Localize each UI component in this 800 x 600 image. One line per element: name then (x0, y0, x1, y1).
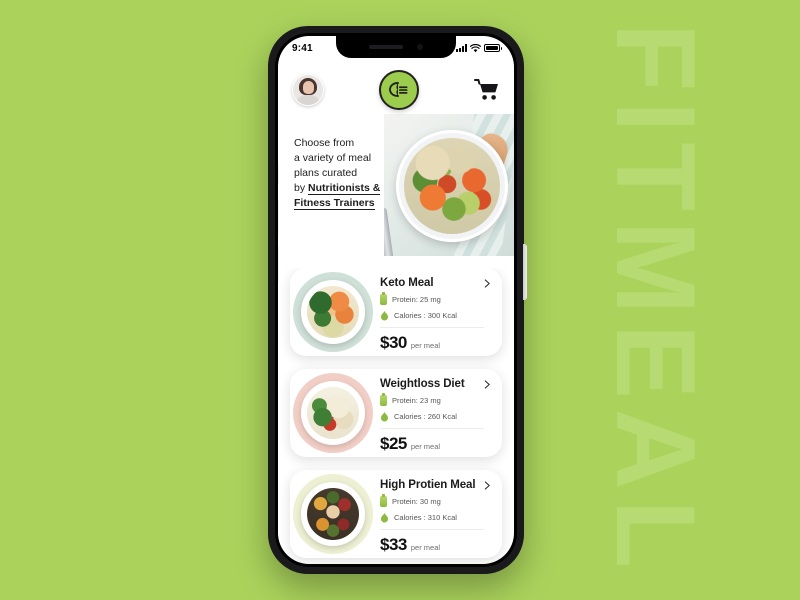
protein-value: Protein: 25 mg (392, 295, 441, 304)
calories-row: Calories : 310 Kcal (380, 512, 492, 523)
hero-line-2: a variety of meal (294, 152, 372, 164)
calories-flame-icon (381, 512, 388, 523)
meal-price: $30 (380, 333, 407, 352)
meal-card[interactable]: High Protien Meal Protein: 30 mg Calorie… (290, 470, 502, 558)
meal-title-row: Keto Meal (380, 277, 492, 289)
meal-title-row: Weightloss Diet (380, 378, 492, 390)
brand-watermark: FITMEAL (506, 0, 800, 600)
meal-card[interactable]: Weightloss Diet Protein: 23 mg Calories … (290, 369, 502, 457)
protein-icon (380, 493, 387, 507)
meal-bowl (301, 381, 365, 445)
fork-leaf-icon (389, 82, 408, 97)
calories-flame-icon (381, 411, 388, 422)
meal-title: Keto Meal (380, 277, 434, 289)
meal-plan-list: Keto Meal Protein: 25 mg Calories : 300 … (278, 268, 514, 564)
meal-price: $25 (380, 434, 407, 453)
chevron-right-icon[interactable] (483, 480, 492, 490)
meal-title: High Protien Meal (380, 479, 476, 491)
watermark-text: FITMEAL (593, 22, 719, 578)
meal-price: $33 (380, 535, 407, 554)
shopping-cart-icon[interactable] (474, 78, 500, 102)
calories-value: Calories : 300 Kcal (394, 311, 457, 320)
meal-price-unit: per meal (410, 543, 441, 552)
calories-row: Calories : 300 Kcal (380, 310, 492, 321)
phone-bezel: 9:41 Choose from a variety of meal plans… (275, 33, 517, 567)
meal-title: Weightloss Diet (380, 378, 465, 390)
avatar-face (302, 81, 314, 94)
hero-line-1: Choose from (294, 137, 355, 149)
app-header (278, 64, 514, 116)
price-row: $30 per meal (380, 333, 492, 353)
hero-bowl (396, 130, 508, 242)
calories-value: Calories : 260 Kcal (394, 412, 457, 421)
meal-price-unit: per meal (410, 442, 441, 451)
meal-bowl (301, 280, 365, 344)
status-icons (456, 43, 502, 53)
protein-icon (380, 291, 387, 305)
meal-bowl (301, 482, 365, 546)
meal-card[interactable]: Keto Meal Protein: 25 mg Calories : 300 … (290, 268, 502, 356)
meal-details: Weightloss Diet Protein: 23 mg Calories … (376, 369, 502, 457)
hero-line-3: plans curated (294, 167, 358, 179)
calories-flame-icon (381, 310, 388, 321)
avatar[interactable] (292, 74, 324, 106)
protein-value: Protein: 30 mg (392, 497, 441, 506)
meal-divider (380, 428, 484, 429)
earpiece-speaker (369, 45, 403, 49)
cellular-signal-icon (456, 44, 467, 52)
power-button[interactable] (523, 244, 527, 300)
avatar-body (296, 95, 320, 105)
meal-thumbnail (290, 369, 376, 457)
meal-details: High Protien Meal Protein: 30 mg Calorie… (376, 470, 502, 558)
meal-divider (380, 327, 484, 328)
phone-notch (336, 36, 456, 58)
front-camera-icon (417, 44, 423, 50)
hero-highlight-1: Nutritionists & (308, 182, 381, 195)
meal-food (307, 286, 359, 338)
protein-row: Protein: 30 mg (380, 493, 492, 507)
hero-highlight-2: Fitness Trainers (294, 197, 375, 210)
protein-icon (380, 392, 387, 406)
hero-line-4-prefix: by (294, 182, 309, 194)
meal-food (307, 387, 359, 439)
wifi-icon (470, 43, 481, 52)
chevron-right-icon[interactable] (483, 278, 492, 288)
price-row: $33 per meal (380, 535, 492, 555)
hero-food (404, 138, 500, 234)
protein-row: Protein: 23 mg (380, 392, 492, 406)
hero-meal-image (384, 114, 514, 256)
phone-mockup: 9:41 Choose from a variety of meal plans… (268, 26, 527, 574)
status-time: 9:41 (292, 42, 313, 54)
calories-value: Calories : 310 Kcal (394, 513, 457, 522)
battery-icon (484, 44, 502, 52)
meal-details: Keto Meal Protein: 25 mg Calories : 300 … (376, 268, 502, 356)
price-row: $25 per meal (380, 434, 492, 454)
protein-row: Protein: 25 mg (380, 291, 492, 305)
phone-screen: 9:41 Choose from a variety of meal plans… (278, 36, 514, 564)
meal-price-unit: per meal (410, 341, 441, 350)
protein-value: Protein: 23 mg (392, 396, 441, 405)
meal-thumbnail (290, 470, 376, 558)
chevron-right-icon[interactable] (483, 379, 492, 389)
meal-divider (380, 529, 484, 530)
fitmeal-logo[interactable] (379, 70, 419, 110)
hero-section: Choose from a variety of meal plans cura… (278, 114, 514, 264)
meal-thumbnail (290, 268, 376, 356)
meal-food (307, 488, 359, 540)
meal-title-row: High Protien Meal (380, 479, 492, 491)
calories-row: Calories : 260 Kcal (380, 411, 492, 422)
